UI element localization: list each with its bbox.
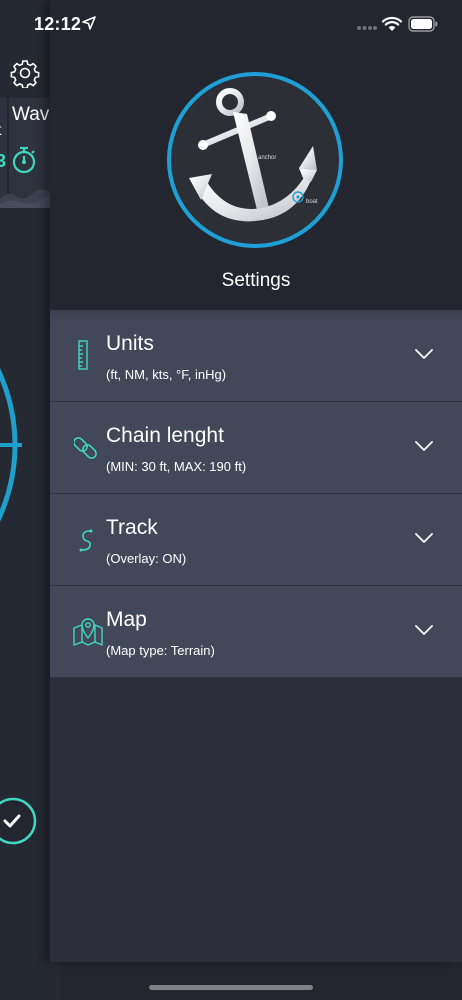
menu-item-subtitle: (Overlay: ON)	[106, 551, 187, 566]
settings-title: Settings	[221, 270, 291, 291]
status-bar: 12:12	[0, 0, 462, 50]
chevron-down-icon[interactable]	[414, 348, 434, 360]
stopwatch-icon	[12, 146, 36, 174]
chevron-down-icon[interactable]	[414, 624, 434, 636]
logo-anchor-label: anchor	[258, 155, 276, 161]
logo-boat-label: boat	[306, 199, 318, 205]
clipped-value: 3	[0, 151, 7, 171]
menu-item-units[interactable]: Units (ft, NM, kts, °F, inHg)	[50, 310, 462, 402]
menu-item-title: Units	[106, 332, 154, 355]
settings-drawer: anchor boat Settings Units (ft, NM, kts,…	[50, 0, 462, 962]
cellular-signal-icon	[357, 26, 377, 30]
gear-icon[interactable]	[10, 58, 40, 88]
clipped-label: t	[0, 122, 1, 140]
confirm-check-button[interactable]	[0, 796, 38, 846]
screen: Wave t 3 12:12	[0, 0, 462, 1000]
menu-item-subtitle: (ft, NM, kts, °F, inHg)	[106, 367, 227, 382]
status-time: 12:12	[34, 14, 82, 34]
track-path-icon	[79, 529, 93, 552]
anchor-logo: anchor boat	[167, 72, 343, 248]
chain-link-icon	[74, 437, 97, 459]
menu-item-subtitle: (MIN: 30 ft, MAX: 190 ft)	[106, 459, 247, 474]
chevron-down-icon[interactable]	[414, 440, 434, 452]
radar-circle	[0, 368, 22, 522]
menu-item-track[interactable]: Track (Overlay: ON)	[50, 494, 462, 586]
waves-graphic	[0, 189, 50, 208]
menu-item-map[interactable]: Map (Map type: Terrain)	[50, 586, 462, 678]
ruler-icon	[78, 340, 88, 370]
menu-item-title: Track	[106, 516, 158, 539]
menu-item-title: Map	[106, 608, 147, 631]
home-indicator[interactable]	[149, 985, 313, 990]
menu-item-subtitle: (Map type: Terrain)	[106, 643, 215, 658]
settings-menu: Units (ft, NM, kts, °F, inHg) Chain leng…	[50, 310, 462, 678]
location-arrow-icon	[82, 16, 96, 30]
menu-item-title: Chain lenght	[106, 424, 224, 447]
wifi-icon	[382, 16, 402, 31]
menu-item-chain-length[interactable]: Chain lenght (MIN: 30 ft, MAX: 190 ft)	[50, 402, 462, 494]
map-pin-icon	[73, 618, 103, 646]
chevron-down-icon[interactable]	[414, 532, 434, 544]
battery-icon	[408, 16, 438, 32]
